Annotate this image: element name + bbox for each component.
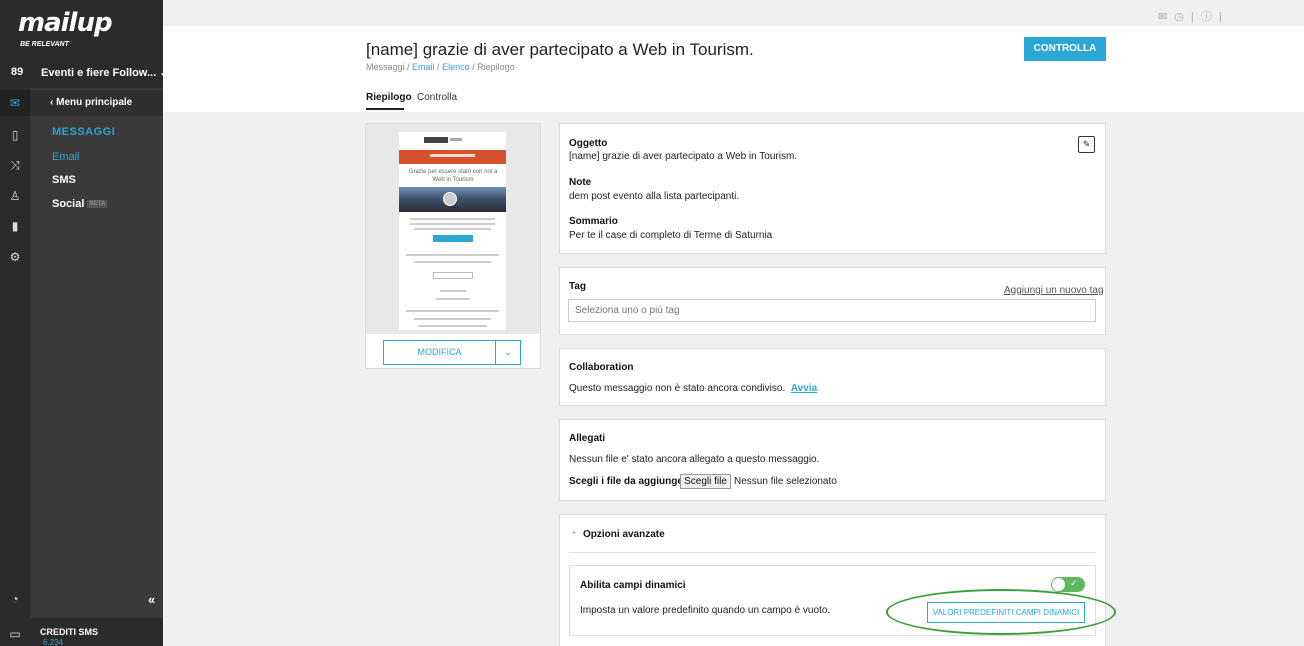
beta-badge: BETA (87, 200, 108, 209)
collapse-sidebar-button[interactable]: « (148, 592, 155, 607)
breadcrumb-riepilogo: / Riepilogo (469, 62, 515, 72)
chevron-up-icon[interactable]: ⌃ (570, 530, 578, 541)
document-icon[interactable]: ▯ (8, 128, 22, 142)
subject-value: [name] grazie di aver partecipato a Web … (569, 151, 798, 162)
attachments-text: Nessun file e' stato ancora allegato a q… (569, 454, 820, 465)
modifica-dropdown-button[interactable]: ⌄ (495, 340, 521, 365)
thumb-footer-line (406, 310, 499, 312)
choose-file-button[interactable]: Scegli file (680, 474, 731, 489)
collaboration-label: Collaboration (569, 362, 634, 373)
account-number: 89 (11, 66, 24, 78)
dynamic-fields-desc: Imposta un valore predefinito quando un … (580, 605, 831, 616)
chevron-down-icon: ⌄ (504, 347, 512, 357)
thumb-signature (440, 290, 466, 292)
sms-credits-value: 6.234 (43, 638, 64, 646)
attachments-label: Allegati (569, 433, 606, 444)
thumb-text-line (410, 223, 495, 225)
collaboration-card (559, 348, 1106, 406)
logo-tagline: BE RELEVANT (20, 41, 69, 48)
sidebar-section-messaggi: MESSAGGI (52, 126, 116, 138)
thumb-text-line (414, 228, 491, 230)
note-value: dem post evento alla lista partecipanti. (569, 191, 740, 202)
mailup-logo[interactable]: mailup (18, 8, 113, 38)
account-selector[interactable]: Eventi e fiere Follow... ⌄ (41, 66, 168, 79)
bar-chart-icon[interactable]: ▮ (8, 219, 22, 233)
tag-input[interactable] (568, 299, 1096, 322)
sidebar-item-sms[interactable]: SMS (52, 174, 76, 186)
toggle-knob (1052, 578, 1065, 591)
collaboration-status: Questo messaggio non è stato ancora cond… (569, 383, 786, 394)
divider (569, 552, 1096, 553)
breadcrumb: Messaggi / Email / Elenco / Riepilogo (366, 62, 515, 72)
thumb-logo (424, 137, 448, 143)
breadcrumb-email-link[interactable]: Email (412, 62, 435, 72)
thumb-banner (399, 150, 506, 164)
page-title: [name] grazie di aver partecipato a Web … (366, 40, 754, 59)
add-tag-link[interactable]: Aggiungi un nuovo tag (1004, 285, 1104, 296)
account-name: Eventi e fiere Follow... (41, 67, 157, 79)
thumb-title: Grazie per essere stato con noi a Web in… (408, 169, 498, 183)
thumb-footer-line (414, 318, 491, 320)
pencil-icon[interactable]: ✎ (1078, 136, 1095, 153)
choose-files-label: Scegli i file da aggiungere (569, 476, 693, 487)
thumb-logo-sub (450, 138, 462, 141)
mail-icon[interactable]: ✉ (8, 96, 22, 110)
gear-icon[interactable]: ⚙ (8, 250, 22, 264)
page-header (163, 26, 1304, 112)
summary-label: Sommario (569, 216, 618, 227)
avvia-link[interactable]: Avvia (791, 383, 817, 394)
advanced-options-toggle[interactable]: Opzioni avanzate (583, 529, 665, 540)
thumb-text-line (414, 261, 491, 263)
subject-label: Oggetto (569, 138, 608, 149)
highlight-ellipse-annotation (886, 589, 1116, 635)
note-label: Note (569, 177, 592, 188)
tab-controlla[interactable]: Controlla (417, 92, 457, 103)
thumb-cta (433, 235, 473, 242)
shuffle-icon[interactable]: ⤨ (8, 158, 22, 172)
sidebar-item-label: Social (52, 198, 85, 210)
thumb-text-line (406, 254, 499, 256)
sidebar-item-email[interactable]: Email (52, 151, 80, 163)
check-icon: ✓ (1070, 578, 1078, 588)
help-icon[interactable]: ◔ (8, 592, 22, 606)
thumb-text-line (410, 218, 495, 220)
dynamic-fields-label: Abilita campi dinamici (580, 580, 686, 591)
breadcrumb-elenco-link[interactable]: Elenco (442, 62, 470, 72)
breadcrumb-messaggi: Messaggi / (366, 62, 413, 72)
breadcrumb-sep: / (434, 62, 443, 72)
thumb-button-outline (433, 272, 473, 279)
summary-value: Per te il case di completo di Terme di S… (569, 230, 773, 241)
top-utility-icons[interactable]: ✉ ◷ | ⓘ | (1158, 8, 1224, 24)
tab-riepilogo[interactable]: Riepilogo (366, 92, 412, 103)
thumb-banner-text (430, 154, 475, 157)
controlla-button[interactable]: CONTROLLA (1024, 37, 1106, 61)
modifica-button[interactable]: MODIFICA (383, 340, 496, 365)
no-file-selected: Nessun file selezionato (734, 476, 837, 487)
thumb-photo-badge (443, 192, 457, 206)
collaboration-text: Questo messaggio non è stato ancora cond… (569, 383, 817, 394)
people-icon[interactable]: ♙ (8, 189, 22, 203)
menu-back-button[interactable]: ‹ Menu principale (30, 90, 163, 116)
thumb-footer-line (418, 325, 487, 327)
chat-icon: ▭ (9, 627, 21, 641)
sidebar-item-social[interactable]: Social BETA (52, 198, 108, 210)
tag-label: Tag (569, 281, 587, 292)
thumb-social-icons (436, 298, 470, 300)
sms-credits-label: CREDITI SMS (40, 627, 99, 637)
active-tab-underline (366, 108, 404, 110)
